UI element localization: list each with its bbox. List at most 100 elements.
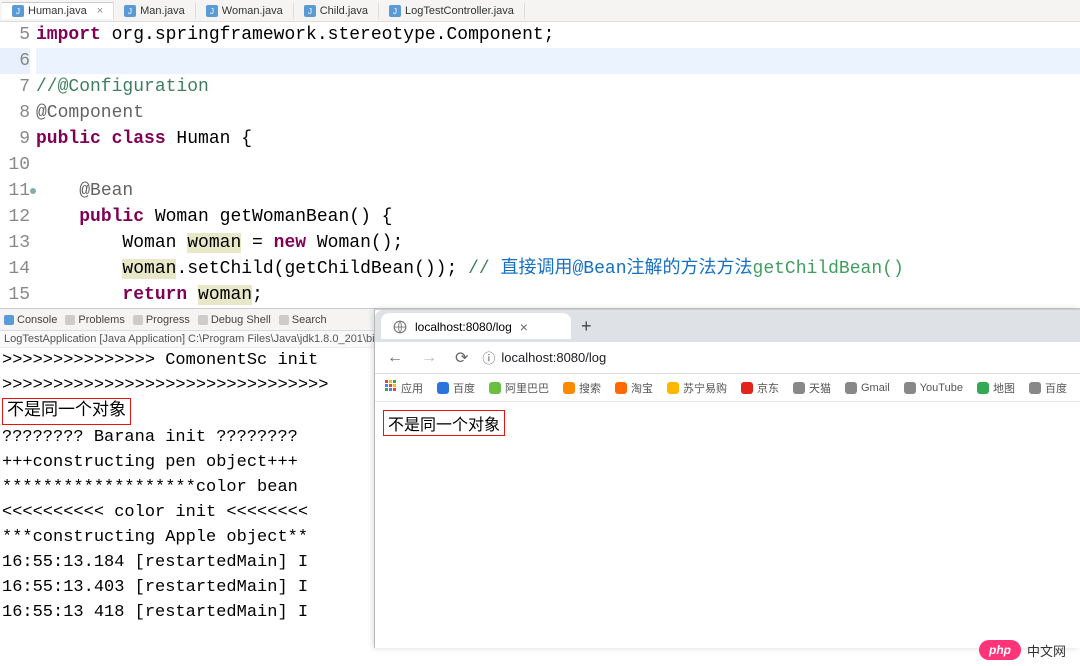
code-line[interactable]: return woman; xyxy=(36,282,1080,308)
console-panel: Console Problems Progress Debug Shell Search… xyxy=(0,309,375,648)
bottom-area: Console Problems Progress Debug Shell Search… xyxy=(0,308,1080,648)
bookmark-item[interactable]: 阿里巴巴 xyxy=(489,380,549,396)
code-line[interactable]: //@Configuration xyxy=(36,74,1080,100)
bookmark-item[interactable]: 淘宝 xyxy=(615,380,653,396)
console-tab-label: Progress xyxy=(146,314,190,326)
editor-tab[interactable]: JHuman.java× xyxy=(2,2,114,19)
watermark-logo: php 中文网 xyxy=(979,640,1066,660)
editor-tab[interactable]: J Child.java xyxy=(294,3,379,19)
bookmark-item[interactable]: YouTube xyxy=(904,382,963,394)
browser-tab-title: localhost:8080/log xyxy=(415,320,512,334)
browser-page: 不是同一个对象 xyxy=(375,402,1080,648)
info-icon[interactable]: ⓘ xyxy=(482,348,495,367)
close-icon[interactable]: × xyxy=(97,5,103,17)
php-text: 中文网 xyxy=(1027,641,1066,660)
console-line: 16:55:13.403 [restartedMain] I xyxy=(2,575,372,600)
line-number: 8 xyxy=(0,100,30,126)
console-tab-icon xyxy=(4,315,14,325)
code-line[interactable] xyxy=(36,48,1080,74)
bookmark-item[interactable]: 百度 xyxy=(437,380,475,396)
browser-tab[interactable]: localhost:8080/log × xyxy=(381,313,571,339)
console-tab-label: Search xyxy=(292,314,327,326)
bookmark-item[interactable]: 苏宁易购 xyxy=(667,380,727,396)
reload-button[interactable]: ⟳ xyxy=(451,346,472,370)
console-tab[interactable]: Search xyxy=(279,314,327,326)
console-tab-icon xyxy=(198,315,208,325)
code-line[interactable]: public class Human { xyxy=(36,126,1080,152)
bookmarks-bar: 应用百度阿里巴巴搜索淘宝苏宁易购京东天猫GmailYouTube地图百度 xyxy=(375,374,1080,402)
code-line[interactable] xyxy=(36,152,1080,178)
line-number: 14 xyxy=(0,256,30,282)
bookmark-item[interactable]: 京东 xyxy=(741,380,779,396)
svg-text:J: J xyxy=(128,7,132,16)
console-line: <<<<<<<<<< color init <<<<<<<< xyxy=(2,500,372,525)
console-line: +++constructing pen object+++ xyxy=(2,450,372,475)
bookmark-label: Gmail xyxy=(861,382,890,394)
bookmark-item[interactable]: 地图 xyxy=(977,380,1015,396)
bookmark-item[interactable]: Gmail xyxy=(845,382,890,394)
bookmark-item[interactable]: 百度 xyxy=(1029,380,1067,396)
bookmark-icon xyxy=(437,382,449,394)
console-tab-icon xyxy=(133,315,143,325)
svg-text:J: J xyxy=(16,7,20,16)
code-editor[interactable]: 56789101112131415 import org.springframe… xyxy=(0,22,1080,308)
console-tab[interactable]: Debug Shell xyxy=(198,314,271,326)
code-line[interactable]: @Component xyxy=(36,100,1080,126)
line-number: 7 xyxy=(0,74,30,100)
console-tab[interactable]: Problems xyxy=(65,314,124,326)
editor-tabs: JHuman.java×JMan.javaJWoman.javaJChild.j… xyxy=(0,0,1080,22)
back-button[interactable]: ← xyxy=(383,347,407,369)
bookmark-icon xyxy=(1029,382,1041,394)
bookmark-icon xyxy=(793,382,805,394)
bookmark-icon xyxy=(977,382,989,394)
tab-label: Man.java xyxy=(140,5,185,17)
new-tab-button[interactable]: + xyxy=(571,316,602,337)
tab-label: Child.java xyxy=(320,5,368,17)
bookmark-icon xyxy=(741,382,753,394)
address-bar[interactable]: ⓘ localhost:8080/log xyxy=(482,348,606,367)
java-file-icon: J xyxy=(12,5,24,17)
console-tab[interactable]: Progress xyxy=(133,314,190,326)
console-tab[interactable]: Console xyxy=(4,314,57,326)
console-line: 16:55:13.184 [restartedMain] I xyxy=(2,550,372,575)
console-tab-label: Console xyxy=(17,314,57,326)
code-area[interactable]: import org.springframework.stereotype.Co… xyxy=(36,22,1080,308)
bookmark-icon xyxy=(667,382,679,394)
browser-toolbar: ← → ⟳ ⓘ localhost:8080/log xyxy=(375,342,1080,374)
code-line[interactable]: public Woman getWomanBean() { xyxy=(36,204,1080,230)
code-line[interactable]: import org.springframework.stereotype.Co… xyxy=(36,22,1080,48)
php-badge: php xyxy=(979,640,1021,660)
browser-tab-strip: localhost:8080/log × + xyxy=(375,310,1080,342)
console-line: *******************color bean xyxy=(2,475,372,500)
bookmark-label: 苏宁易购 xyxy=(683,380,727,396)
line-number: 10 xyxy=(0,152,30,178)
console-line: 不是同一个对象 xyxy=(2,398,372,425)
editor-tab[interactable]: JWoman.java xyxy=(196,3,294,19)
bookmark-item[interactable]: 搜索 xyxy=(563,380,601,396)
bookmark-label: 阿里巴巴 xyxy=(505,380,549,396)
editor-tab[interactable]: JLogTestController.java xyxy=(379,3,525,19)
apps-shortcut[interactable]: 应用 xyxy=(385,380,423,396)
line-number: 13 xyxy=(0,230,30,256)
line-number: 6 xyxy=(0,48,30,74)
close-tab-icon[interactable]: × xyxy=(520,319,528,335)
java-file-icon: J xyxy=(304,5,316,17)
console-output[interactable]: >>>>>>>>>>>>>>> ComonentSc init>>>>>>>>>… xyxy=(0,348,374,648)
editor-tab[interactable]: J Man.java xyxy=(114,3,196,19)
apps-icon xyxy=(385,380,397,395)
forward-button[interactable]: → xyxy=(417,347,441,369)
console-tab-icon xyxy=(65,315,75,325)
bookmark-icon xyxy=(904,382,916,394)
browser-window: localhost:8080/log × + ← → ⟳ ⓘ localhost… xyxy=(375,309,1080,648)
code-line[interactable]: Woman woman = new Woman(); xyxy=(36,230,1080,256)
code-line[interactable]: @Bean xyxy=(36,178,1080,204)
url-text: localhost:8080/log xyxy=(501,350,606,365)
console-tab-label: Debug Shell xyxy=(211,314,271,326)
console-tab-icon xyxy=(279,315,289,325)
bookmark-item[interactable]: 天猫 xyxy=(793,380,831,396)
line-number: 11 xyxy=(0,178,30,204)
console-subtitle: LogTestApplication [Java Application] C:… xyxy=(0,331,374,348)
tab-label: Woman.java xyxy=(222,5,283,17)
console-line: 16:55:13 418 [restartedMain] I xyxy=(2,600,372,625)
code-line[interactable]: woman.setChild(getChildBean()); // 直接调用@… xyxy=(36,256,1080,282)
